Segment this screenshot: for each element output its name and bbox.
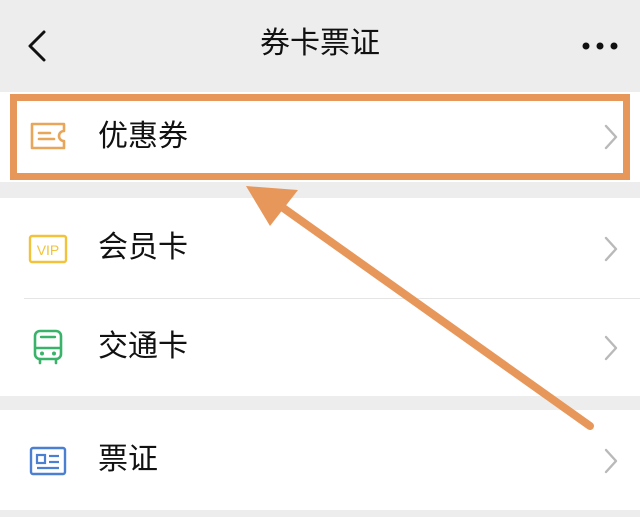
svg-text:VIP: VIP [37,242,60,258]
more-dots-icon[interactable] [578,36,622,56]
bus-icon [33,329,63,365]
header-bar: 券卡票证 [0,0,640,88]
list-item-coupons[interactable]: 优惠券 [0,92,640,182]
section-cards: VIP 会员卡 交通卡 [0,198,640,396]
list-item-vip-card[interactable]: VIP 会员卡 [0,198,640,298]
list-item-label: 优惠券 [98,119,188,154]
chevron-right-icon [604,236,618,262]
list-item-tickets[interactable]: 票证 [0,410,640,510]
id-ticket-icon [29,446,67,476]
list-item-label: 交通卡 [98,329,188,364]
chevron-right-icon [604,124,618,150]
vip-card-icon: VIP [28,234,68,264]
page-title: 券卡票证 [260,26,380,61]
chevron-right-icon [604,448,618,474]
chevron-right-icon [604,335,618,361]
list-item-label: 会员卡 [98,230,188,265]
coupon-icon [30,122,66,150]
list-item-label: 票证 [98,442,158,477]
list-item-transit-card[interactable]: 交通卡 [0,299,640,396]
section-tickets: 票证 [0,410,640,510]
section-coupons: 优惠券 [0,92,640,182]
